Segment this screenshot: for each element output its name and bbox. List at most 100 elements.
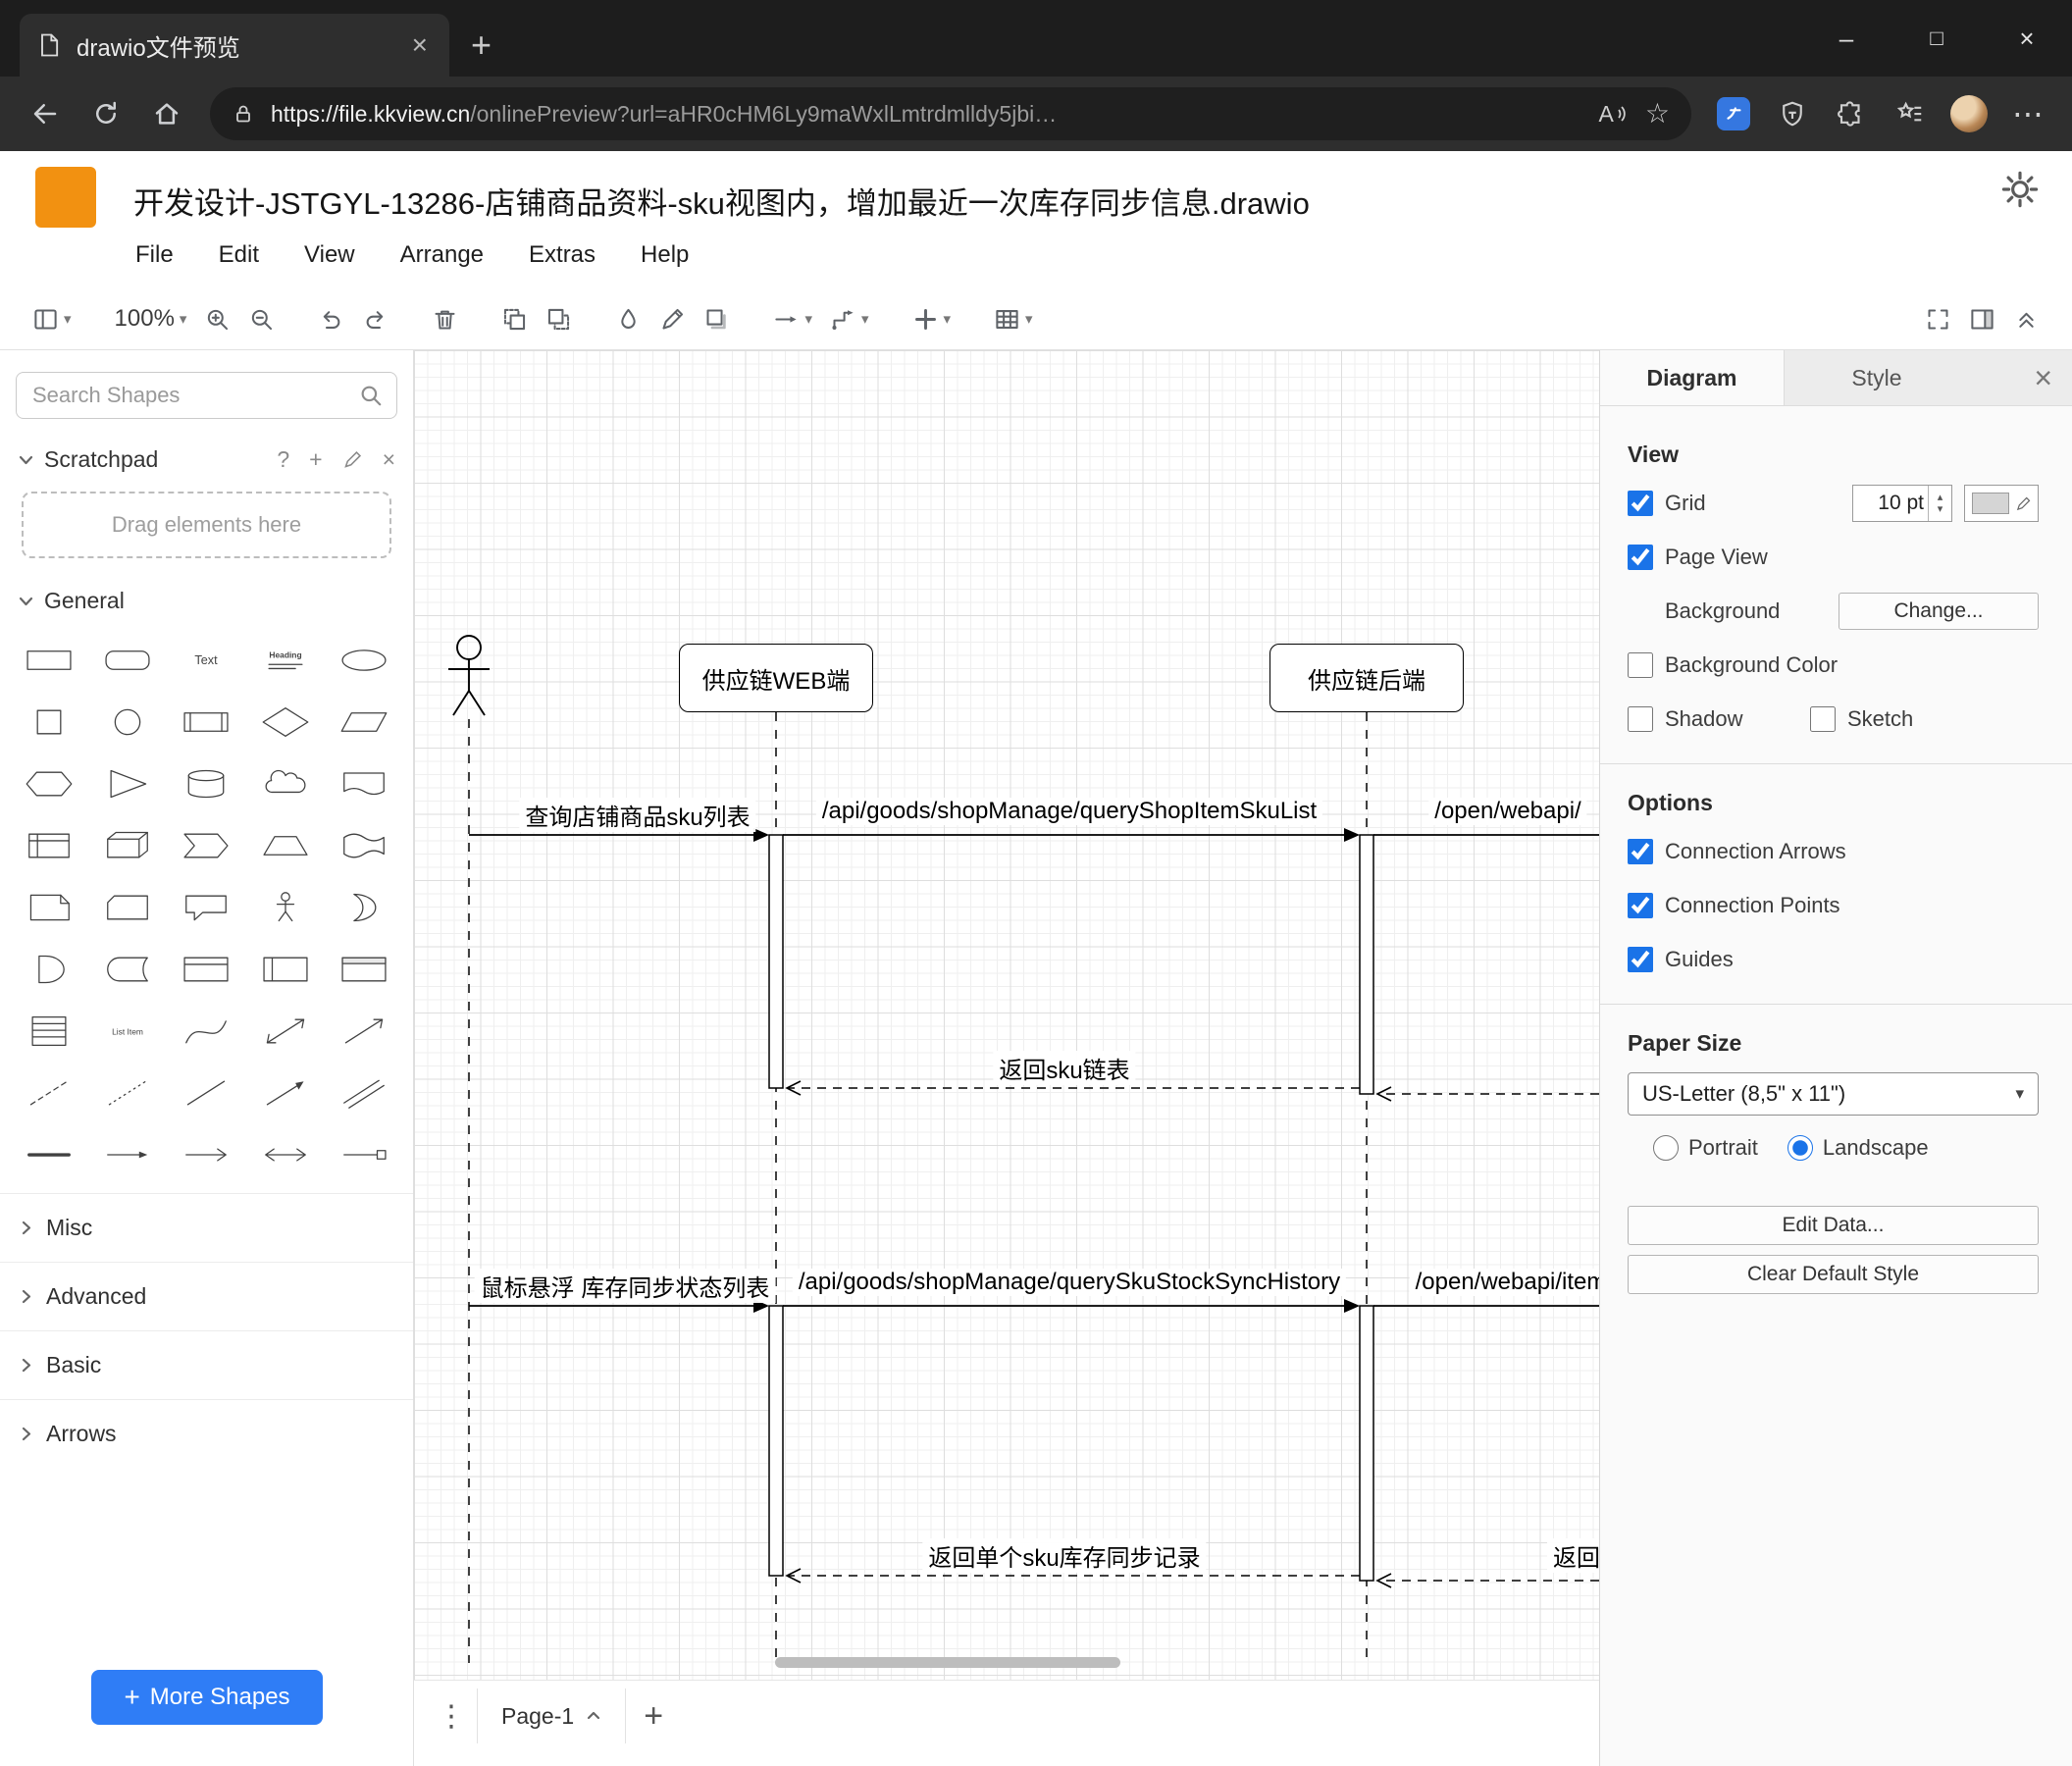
back-button[interactable]	[18, 86, 73, 141]
shape-vertical-container[interactable]	[246, 938, 325, 1000]
shape-dashed-line[interactable]	[10, 1062, 88, 1123]
horizontal-scrollbar[interactable]	[775, 1657, 1120, 1668]
shape-cylinder[interactable]	[167, 753, 245, 814]
close-window-button[interactable]: ×	[1982, 0, 2072, 77]
shape-arrow[interactable]	[325, 1000, 403, 1062]
grid-size-input[interactable]: 10 pt ▴ ▾	[1852, 485, 1952, 522]
maximize-button[interactable]: □	[1891, 0, 1982, 77]
sidebar-section-arrows[interactable]: Arrows	[0, 1399, 413, 1468]
connection-arrows-checkbox-input[interactable]	[1628, 839, 1653, 864]
line-color-button[interactable]	[650, 296, 695, 341]
portrait-radio[interactable]: Portrait	[1653, 1135, 1758, 1161]
shape-internal-storage[interactable]	[10, 814, 88, 876]
shape-line[interactable]	[167, 1062, 245, 1123]
shape-horizontal-line[interactable]	[10, 1123, 88, 1185]
menu-edit[interactable]: Edit	[219, 241, 259, 269]
format-panel-button[interactable]	[1960, 296, 2004, 341]
waypoints-button[interactable]: ▾	[821, 296, 878, 341]
portrait-radio-input[interactable]	[1653, 1135, 1679, 1161]
grid-checkbox-input[interactable]	[1628, 491, 1653, 516]
address-bar[interactable]: https://file.kkview.cn/onlinePreview?url…	[210, 87, 1691, 140]
zoom-in-button[interactable]	[195, 296, 239, 341]
shape-bidirectional-arrow[interactable]	[246, 1000, 325, 1062]
sidebar-section-advanced[interactable]: Advanced	[0, 1262, 413, 1330]
scratchpad-help-icon[interactable]: ?	[277, 446, 289, 473]
zoom-out-button[interactable]	[239, 296, 284, 341]
tab-diagram[interactable]: Diagram	[1600, 350, 1785, 405]
shape-step[interactable]	[167, 814, 245, 876]
shape-dotted-line[interactable]	[88, 1062, 167, 1123]
menu-file[interactable]: File	[135, 241, 174, 269]
grid-checkbox[interactable]: Grid	[1628, 491, 1706, 516]
shape-link[interactable]	[325, 1062, 403, 1123]
paper-size-select[interactable]: US-Letter (8,5" x 11") ▾	[1628, 1072, 2039, 1116]
home-button[interactable]	[139, 86, 194, 141]
shape-square[interactable]	[10, 691, 88, 753]
tab-style[interactable]: Style	[1785, 350, 1969, 405]
shape-heading[interactable]: Heading	[246, 629, 325, 691]
undo-button[interactable]	[309, 296, 353, 341]
participant-backend[interactable]: 供应链后端	[1269, 644, 1464, 712]
background-color-checkbox-input[interactable]	[1628, 652, 1653, 678]
minimize-button[interactable]: –	[1801, 0, 1891, 77]
shape-process[interactable]	[167, 691, 245, 753]
shape-card[interactable]	[88, 876, 167, 938]
fullscreen-button[interactable]	[1916, 296, 1960, 341]
browser-tab[interactable]: drawio文件预览 ×	[20, 14, 449, 77]
landscape-radio-input[interactable]	[1787, 1135, 1813, 1161]
shape-cube[interactable]	[88, 814, 167, 876]
profile-avatar[interactable]	[1942, 87, 1995, 140]
page-view-checkbox-input[interactable]	[1628, 545, 1653, 570]
insert-button[interactable]: ▾	[904, 296, 960, 341]
shape-trapezoid[interactable]	[246, 814, 325, 876]
connection-points-checkbox[interactable]: Connection Points	[1628, 893, 1840, 918]
shape-list[interactable]	[10, 1000, 88, 1062]
shape-rounded-rectangle[interactable]	[88, 629, 167, 691]
shape-actor[interactable]	[246, 876, 325, 938]
landscape-radio[interactable]: Landscape	[1787, 1135, 1929, 1161]
shape-diamond[interactable]	[246, 691, 325, 753]
participant-web[interactable]: 供应链WEB端	[679, 644, 873, 712]
page-tab[interactable]: Page-1	[477, 1688, 627, 1743]
shape-thin-arrow[interactable]	[88, 1123, 167, 1185]
bookmark-star-icon[interactable]: ☆	[1645, 100, 1670, 128]
connection-button[interactable]: ▾	[764, 296, 821, 341]
dark-mode-toggle-icon[interactable]	[1999, 169, 2041, 210]
shape-triangle[interactable]	[88, 753, 167, 814]
shape-callout[interactable]	[167, 876, 245, 938]
to-back-button[interactable]	[537, 296, 581, 341]
shape-curve[interactable]	[167, 1000, 245, 1062]
extensions-puzzle-icon[interactable]	[1825, 87, 1878, 140]
browser-menu-icon[interactable]: ⋯	[2001, 87, 2054, 140]
menu-help[interactable]: Help	[641, 241, 689, 269]
connection-arrows-checkbox[interactable]: Connection Arrows	[1628, 839, 1846, 864]
shield-extension-icon[interactable]	[1766, 87, 1819, 140]
read-aloud-icon[interactable]: A	[1599, 101, 1628, 128]
delete-button[interactable]	[423, 296, 467, 341]
shape-note[interactable]	[10, 876, 88, 938]
background-color-checkbox[interactable]: Background Color	[1628, 652, 1838, 678]
scratchpad-add-icon[interactable]: +	[309, 446, 322, 473]
to-front-button[interactable]	[492, 296, 537, 341]
sketch-checkbox-input[interactable]	[1810, 706, 1836, 732]
guides-checkbox[interactable]: Guides	[1628, 947, 1734, 972]
shape-double-arrow[interactable]	[246, 1123, 325, 1185]
scratchpad-header[interactable]: Scratchpad ? + ×	[0, 433, 413, 486]
scratchpad-edit-icon[interactable]	[342, 449, 363, 470]
clear-default-style-button[interactable]: Clear Default Style	[1628, 1255, 2039, 1294]
diagram-canvas[interactable]: 供应链WEB端 供应链后端 查询店铺商品sku列表 /api/goods/sho…	[414, 350, 1599, 1766]
shadow-checkbox[interactable]: Shadow	[1628, 706, 1810, 732]
pages-menu-icon[interactable]: ⋮	[426, 1688, 477, 1743]
page-view-checkbox[interactable]: Page View	[1628, 545, 1768, 570]
grid-size-stepper[interactable]: ▴ ▾	[1928, 486, 1951, 521]
shape-and[interactable]	[10, 938, 88, 1000]
change-background-button[interactable]: Change...	[1839, 593, 2039, 630]
sidebar-section-misc[interactable]: Misc	[0, 1193, 413, 1262]
scratchpad-drop-area[interactable]: Drag elements here	[22, 492, 391, 558]
menu-arrange[interactable]: Arrange	[400, 241, 484, 269]
shape-or[interactable]	[325, 876, 403, 938]
redo-button[interactable]	[353, 296, 397, 341]
favorites-hub-icon[interactable]	[1884, 87, 1937, 140]
shape-ellipse[interactable]	[325, 629, 403, 691]
tab-close-icon[interactable]: ×	[406, 29, 434, 61]
